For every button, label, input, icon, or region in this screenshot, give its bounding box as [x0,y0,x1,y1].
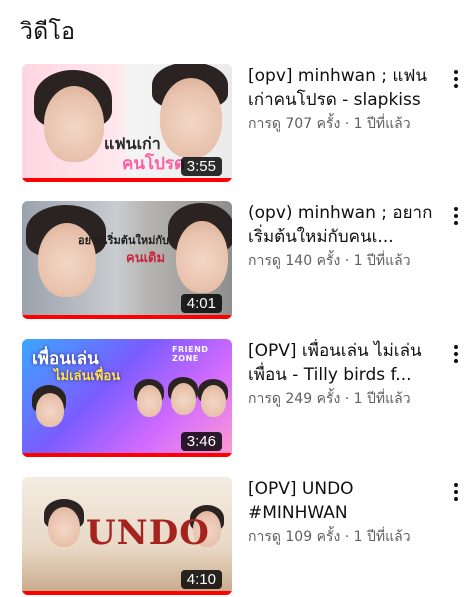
video-item-2[interactable]: อยากเริ่มต้นใหม่กับ คนเดิม 4:01 (opv) mi… [0,201,474,321]
video-title[interactable]: [opv] minhwan ; แฟนเก่าคนโปรด - slapkiss [248,64,438,112]
thumbnail-caption-1: UNDO [86,513,210,553]
duration-badge: 3:46 [180,432,222,451]
video-meta: การดู 109 ครั้ง · 1 ปีที่แล้ว [248,529,411,545]
watch-progress-bar [22,178,232,182]
video-meta: การดู 707 ครั้ง · 1 ปีที่แล้ว [248,116,411,132]
video-title[interactable]: [OPV] เพื่อนเล่น ไม่เล่นเพื่อน - Tilly b… [248,339,438,387]
video-info[interactable]: [OPV] เพื่อนเล่น ไม่เล่นเพื่อน - Tilly b… [248,339,438,410]
video-title[interactable]: [OPV] UNDO #MINHWAN [248,477,438,525]
section-title: วิดีโอ [20,19,76,45]
video-meta: การดู 249 ครั้ง · 1 ปีที่แล้ว [248,391,411,407]
duration-badge: 4:01 [180,294,222,313]
video-meta: การดู 140 ครั้ง · 1 ปีที่แล้ว [248,253,411,269]
video-thumbnail[interactable]: UNDO 4:10 [22,477,232,595]
more-vert-icon[interactable] [446,66,466,96]
watch-progress-bar [22,591,232,595]
video-thumbnail[interactable]: เพื่อนเล่น ไม่เล่นเพื่อน FRIEND ZONE 3:4… [22,339,232,457]
thumbnail-caption-2: คนเดิม [126,251,166,266]
more-vert-icon[interactable] [446,341,466,371]
thumbnail-caption-2: คนโปรด [122,154,186,174]
video-title[interactable]: (opv) minhwan ; อยากเริ่มต้นใหม่กับคนเ..… [248,201,438,249]
video-thumbnail[interactable]: อยากเริ่มต้นใหม่กับ คนเดิม 4:01 [22,201,232,319]
video-info[interactable]: [OPV] UNDO #MINHWAN การดู 109 ครั้ง · 1 … [248,477,438,548]
video-thumbnail[interactable]: แฟนเก่า คนโปรด 3:55 [22,64,232,182]
video-item-3[interactable]: เพื่อนเล่น ไม่เล่นเพื่อน FRIEND ZONE 3:4… [0,339,474,459]
watch-progress-bar [22,453,232,457]
video-info[interactable]: (opv) minhwan ; อยากเริ่มต้นใหม่กับคนเ..… [248,201,438,272]
thumbnail-caption-2: ไม่เล่นเพื่อน [54,369,121,384]
thumbnail-caption-3: FRIEND ZONE [172,345,209,363]
watch-progress-bar [22,315,232,319]
more-vert-icon[interactable] [446,479,466,509]
duration-badge: 4:10 [180,570,222,589]
duration-badge: 3:55 [180,157,222,176]
video-info[interactable]: [opv] minhwan ; แฟนเก่าคนโปรด - slapkiss… [248,64,438,135]
video-item-1[interactable]: แฟนเก่า คนโปรด 3:55 [opv] minhwan ; แฟนเ… [0,64,474,184]
more-vert-icon[interactable] [446,203,466,233]
video-item-4[interactable]: UNDO 4:10 [OPV] UNDO #MINHWAN การดู 109 … [0,477,474,597]
